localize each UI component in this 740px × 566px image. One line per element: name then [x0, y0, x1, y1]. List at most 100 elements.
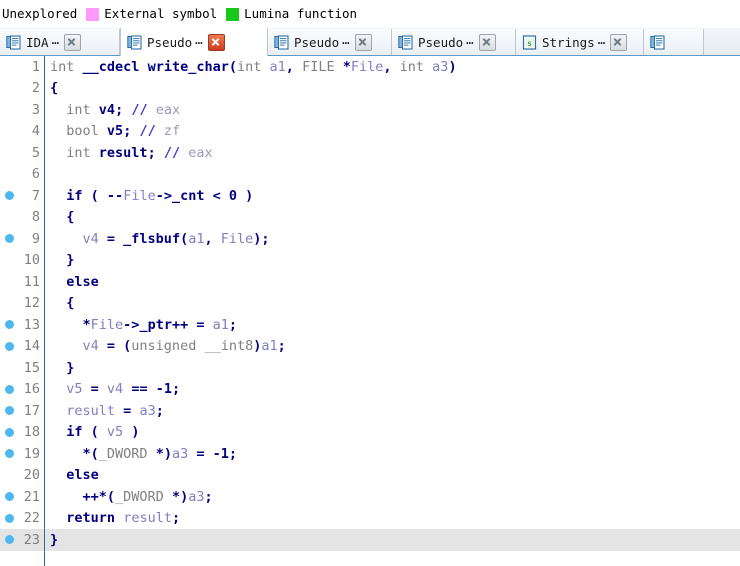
code-text[interactable]: int __cdecl write_char(int a1, FILE *Fil…: [45, 59, 457, 75]
code-text[interactable]: v4 = _flsbuf(a1, File);: [45, 231, 270, 247]
code-line[interactable]: 19 *(_DWORD *)a3 = -1;: [0, 443, 740, 465]
code-line[interactable]: 5 int result; // eax: [0, 142, 740, 164]
breakpoint-gutter[interactable]: [0, 400, 18, 422]
breakpoint-gutter[interactable]: [0, 56, 18, 78]
code-text[interactable]: int result; // eax: [45, 145, 212, 161]
breakpoint-slot-empty[interactable]: [5, 256, 14, 265]
code-text[interactable]: }: [45, 252, 74, 268]
code-line[interactable]: 15 }: [0, 357, 740, 379]
code-line[interactable]: 4 bool v5; // zf: [0, 120, 740, 143]
tab-ida-0[interactable]: IDA ⋯: [0, 29, 120, 56]
breakpoint-gutter[interactable]: [0, 314, 18, 336]
close-icon[interactable]: [610, 34, 628, 51]
code-text[interactable]: result = a3;: [45, 403, 164, 419]
breakpoint-dot-icon[interactable]: [4, 341, 14, 351]
code-text[interactable]: int v4; // eax: [45, 102, 180, 118]
breakpoint-gutter[interactable]: [0, 529, 18, 551]
code-line[interactable]: 1 int __cdecl write_char(int a1, FILE *Fi…: [0, 56, 740, 78]
code-line[interactable]: 3 int v4; // eax: [0, 99, 740, 121]
breakpoint-gutter[interactable]: [0, 185, 18, 207]
breakpoint-slot-empty[interactable]: [5, 84, 14, 93]
breakpoint-dot-icon[interactable]: [4, 320, 14, 330]
tab-pseudo-3[interactable]: Pseudo ⋯: [392, 29, 516, 56]
breakpoint-dot-icon[interactable]: [4, 535, 14, 545]
code-line[interactable]: 6: [0, 163, 740, 186]
code-text[interactable]: ++*(_DWORD *)a3;: [45, 489, 213, 505]
breakpoint-dot-icon[interactable]: [4, 406, 14, 416]
code-line[interactable]: 21 ++*(_DWORD *)a3;: [0, 486, 740, 508]
code-text[interactable]: {: [45, 209, 74, 225]
code-text[interactable]: {: [45, 295, 74, 311]
breakpoint-gutter[interactable]: [0, 99, 18, 121]
code-text[interactable]: v5 = v4 == -1;: [45, 381, 180, 397]
code-line[interactable]: 23}: [0, 529, 740, 551]
breakpoint-gutter[interactable]: [0, 228, 18, 250]
breakpoint-gutter[interactable]: [0, 422, 18, 444]
breakpoint-slot-empty[interactable]: [5, 148, 14, 157]
breakpoint-gutter[interactable]: [0, 142, 18, 164]
code-line[interactable]: 8 {: [0, 206, 740, 229]
code-text[interactable]: return result;: [45, 510, 180, 526]
code-line[interactable]: 13 *File->_ptr++ = a1;: [0, 314, 740, 336]
breakpoint-gutter[interactable]: [0, 486, 18, 508]
breakpoint-dot-icon[interactable]: [4, 427, 14, 437]
breakpoint-dot-icon[interactable]: [4, 513, 14, 523]
code-line[interactable]: 22 return result;: [0, 507, 740, 530]
breakpoint-slot-empty[interactable]: [5, 213, 14, 222]
breakpoint-slot-empty[interactable]: [5, 170, 14, 179]
code-line[interactable]: 9 v4 = _flsbuf(a1, File);: [0, 228, 740, 250]
breakpoint-gutter[interactable]: [0, 250, 18, 272]
breakpoint-gutter[interactable]: [0, 379, 18, 401]
code-text[interactable]: else: [45, 274, 99, 290]
pseudocode-view[interactable]: 1 int __cdecl write_char(int a1, FILE *Fi…: [0, 56, 740, 566]
code-text[interactable]: bool v5; // zf: [45, 123, 180, 139]
tab-strings-4[interactable]: s Strings ⋯: [516, 29, 644, 56]
breakpoint-gutter[interactable]: [0, 164, 18, 186]
breakpoint-dot-icon[interactable]: [4, 492, 14, 502]
breakpoint-gutter[interactable]: [0, 293, 18, 315]
code-line[interactable]: 11 else: [0, 271, 740, 293]
code-text[interactable]: {: [45, 80, 58, 96]
breakpoint-slot-empty[interactable]: [5, 62, 14, 71]
breakpoint-slot-empty[interactable]: [5, 277, 14, 286]
close-icon[interactable]: [64, 34, 82, 51]
breakpoint-dot-icon[interactable]: [4, 234, 14, 244]
tab-pseudo-2[interactable]: Pseudo ⋯: [268, 29, 392, 56]
code-text[interactable]: if ( --File->_cnt < 0 ): [45, 188, 253, 204]
tab-pseudo-1[interactable]: Pseudo ⋯: [120, 28, 268, 56]
breakpoint-gutter[interactable]: [0, 357, 18, 379]
breakpoint-gutter[interactable]: [0, 78, 18, 100]
code-line[interactable]: 7 if ( --File->_cnt < 0 ): [0, 185, 740, 207]
breakpoint-gutter[interactable]: [0, 508, 18, 530]
breakpoint-dot-icon[interactable]: [4, 191, 14, 201]
code-text[interactable]: v4 = (unsigned __int8)a1;: [45, 338, 286, 354]
code-line[interactable]: 12 {: [0, 292, 740, 315]
code-line[interactable]: 18 if ( v5 ): [0, 421, 740, 444]
tab-overflow[interactable]: [644, 29, 704, 56]
code-text[interactable]: else: [45, 467, 99, 483]
breakpoint-slot-empty[interactable]: [5, 471, 14, 480]
code-line[interactable]: 14 v4 = (unsigned __int8)a1;: [0, 335, 740, 358]
breakpoint-dot-icon[interactable]: [4, 384, 14, 394]
close-icon[interactable]: [354, 34, 372, 51]
code-line[interactable]: 20 else: [0, 464, 740, 486]
tab-bar[interactable]: IDA ⋯ Pseudo ⋯ Pseudo ⋯ Pseudo ⋯ s Strings ⋯: [0, 28, 740, 56]
code-text[interactable]: if ( v5 ): [45, 424, 139, 440]
code-text[interactable]: *(_DWORD *)a3 = -1;: [45, 446, 238, 462]
breakpoint-slot-empty[interactable]: [5, 299, 14, 308]
breakpoint-gutter[interactable]: [0, 207, 18, 229]
code-text[interactable]: *File->_ptr++ = a1;: [45, 317, 237, 333]
breakpoint-slot-empty[interactable]: [5, 105, 14, 114]
breakpoint-gutter[interactable]: [0, 121, 18, 143]
code-line[interactable]: 10 }: [0, 249, 740, 272]
breakpoint-slot-empty[interactable]: [5, 127, 14, 136]
code-line[interactable]: 2{: [0, 77, 740, 100]
close-icon[interactable]: [207, 33, 225, 51]
code-text[interactable]: }: [45, 532, 58, 548]
breakpoint-dot-icon[interactable]: [4, 449, 14, 459]
breakpoint-gutter[interactable]: [0, 336, 18, 358]
close-icon[interactable]: [478, 34, 496, 51]
code-line[interactable]: 16 v5 = v4 == -1;: [0, 378, 740, 401]
breakpoint-gutter[interactable]: [0, 271, 18, 293]
breakpoint-slot-empty[interactable]: [5, 363, 14, 372]
